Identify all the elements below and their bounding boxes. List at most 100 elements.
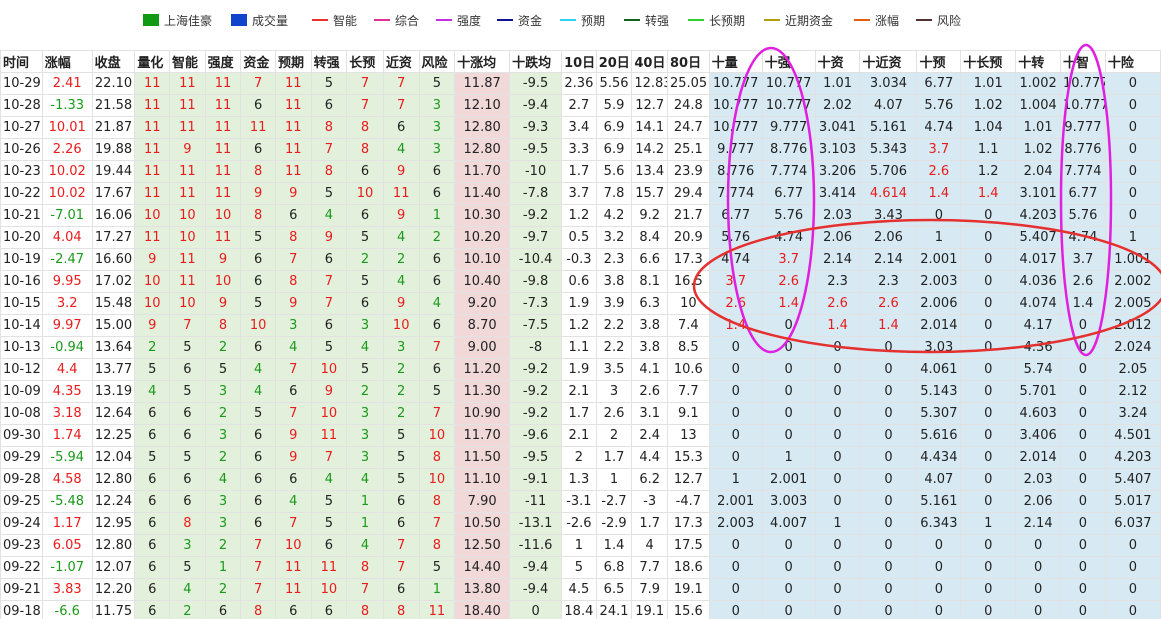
column-header[interactable]: 近资: [382, 50, 420, 73]
table-cell: 4.614: [859, 182, 918, 205]
column-header[interactable]: 转强: [310, 50, 348, 73]
table-cell: 2: [204, 578, 242, 601]
table-cell: 2: [204, 534, 242, 557]
column-header[interactable]: 风险: [418, 50, 456, 73]
legend-item[interactable]: 上海佳豪: [143, 12, 212, 28]
column-header[interactable]: 十强: [761, 50, 816, 73]
column-header[interactable]: 长预: [346, 50, 384, 73]
table-cell: 0: [859, 468, 918, 491]
legend-item[interactable]: 风险: [916, 12, 961, 28]
table-row[interactable]: 10-15 3.2 15.48 10 10 9 5 9 7 6 9 4 9.20 -7.3 1.9 3.9 6.…: [0, 292, 1161, 315]
table-cell: -9.5: [509, 138, 563, 161]
table-row[interactable]: 09-21 3.83 12.20 6 4 2 7 11 10 7 6 1 13.80 -9.4 4.5 6.5…: [0, 578, 1161, 601]
column-header[interactable]: 预期: [274, 50, 312, 73]
table-row[interactable]: 10-26 2.26 19.88 11 9 11 6 11 7 8 4 3 12.80 -9.5 3.3 6.…: [0, 138, 1161, 161]
column-header[interactable]: 十长预: [960, 50, 1017, 73]
legend-item[interactable]: 成交量: [231, 12, 288, 28]
legend-swatch-icon: [374, 19, 390, 21]
column-header[interactable]: 40日: [631, 50, 668, 73]
table-row[interactable]: 10-13 -0.94 13.64 2 5 2 6 4 5 4 3 7 9.00 -8 1.1 2.2 3.8 8…: [0, 336, 1161, 359]
table-cell: 0: [1060, 600, 1106, 619]
column-header[interactable]: 收盘: [91, 50, 136, 73]
table-cell: 6: [382, 578, 420, 601]
table-cell: 18.4: [561, 600, 597, 619]
legend-item[interactable]: 强度: [436, 12, 481, 28]
table-row[interactable]: 09-24 1.17 12.95 6 8 3 6 7 5 1 6 7 10.50 -13.1 -2.6 -2.…: [0, 512, 1161, 535]
table-row[interactable]: 09-18 -6.6 11.75 6 2 6 8 6 6 8 8 11 18.40 0 18.4 24.1 19…: [0, 600, 1161, 619]
table-row[interactable]: 10-12 4.4 13.77 5 6 5 4 7 10 5 2 6 11.20 -9.2 1.9 3.5 4.…: [0, 358, 1161, 381]
column-header[interactable]: 十预: [916, 50, 962, 73]
column-header[interactable]: 十智: [1060, 50, 1106, 73]
table-row[interactable]: 09-29 -5.94 12.04 5 5 2 6 9 7 3 5 8 11.50 -9.5 2 1.7 4.4…: [0, 446, 1161, 469]
table-row[interactable]: 09-22 -1.07 12.07 6 5 1 7 11 11 8 7 5 14.40 -9.4 5 6.8 7…: [0, 556, 1161, 579]
table-cell: 5.701: [1015, 380, 1062, 403]
column-header[interactable]: 量化: [134, 50, 171, 73]
table-cell: 4.74: [708, 248, 763, 271]
column-header[interactable]: 十跌均: [509, 50, 563, 73]
table-row[interactable]: 10-08 3.18 12.64 6 6 2 5 7 10 3 2 7 10.90 -9.2 1.7 2.6 3…: [0, 402, 1161, 425]
table-cell: 8: [346, 116, 384, 139]
table-cell: 0: [960, 226, 1017, 249]
table-row[interactable]: 09-30 1.74 12.25 6 6 3 6 9 11 3 5 10 11.70 -9.6 2.1 2 2.…: [0, 424, 1161, 447]
table-row[interactable]: 10-21 -7.01 16.06 10 10 10 8 6 4 6 9 1 10.30 -9.2 1.2 4…: [0, 204, 1161, 227]
legend-item[interactable]: 长预期: [688, 12, 745, 28]
table-row[interactable]: 10-09 4.35 13.19 4 5 3 4 6 9 2 2 5 11.30 -9.2 2.1 3 2.6 7…: [0, 380, 1161, 403]
table-row[interactable]: 10-22 10.02 17.67 11 11 11 9 9 5 10 11 6 11.40 -7.8 3.…: [0, 182, 1161, 205]
column-header[interactable]: 20日: [595, 50, 633, 73]
table-row[interactable]: 09-23 6.05 12.80 6 3 2 7 10 6 4 7 8 12.50 -11.6 1 1.4 4 1…: [0, 534, 1161, 557]
table-row[interactable]: 10-19 -2.47 16.60 9 11 9 6 7 6 2 2 6 10.10 -10.4 -0.3 2…: [0, 248, 1161, 271]
table-row[interactable]: 10-16 9.95 17.02 10 11 10 6 8 7 5 4 6 10.40 -9.8 0.6 3.…: [0, 270, 1161, 293]
table-cell: 10-29: [0, 72, 43, 95]
table-cell: 0: [1015, 578, 1062, 601]
table-row[interactable]: 10-28 -1.33 21.58 11 11 11 6 11 6 7 7 3 12.10 -9.4 2.7…: [0, 94, 1161, 117]
table-row[interactable]: 10-23 10.02 19.44 11 11 11 8 11 8 6 9 6 11.70 -10 1.7 5…: [0, 160, 1161, 183]
table-row[interactable]: 10-27 10.01 21.87 11 11 11 11 11 8 8 6 3 12.80 -9.3 3.…: [0, 116, 1161, 139]
table-cell: 2.2: [595, 314, 633, 337]
legend-label: 转强: [645, 13, 670, 28]
table-row[interactable]: 09-25 -5.48 12.24 6 6 3 6 4 5 1 6 8 7.90 -11 -3.1 -2.7-…: [0, 490, 1161, 513]
table-cell: 6: [310, 600, 348, 619]
table-cell: 5.161: [916, 490, 962, 513]
table-cell: 6: [418, 248, 456, 271]
legend-item[interactable]: 综合: [374, 12, 419, 28]
table-cell: 0: [708, 534, 763, 557]
legend-item[interactable]: 预期: [560, 12, 605, 28]
legend-item[interactable]: 转强: [624, 12, 669, 28]
table-cell: 8.4: [631, 226, 668, 249]
table-row[interactable]: 10-20 4.04 17.27 11 10 11 5 8 9 5 4 2 10.20 -9.7 0.5 3.…: [0, 226, 1161, 249]
table-cell: 7: [346, 72, 384, 95]
column-header[interactable]: 时间: [0, 50, 43, 73]
table-cell: 09-23: [0, 534, 43, 557]
table-row[interactable]: 10-29 2.41 22.10 11 11 11 7 11 5 7 7 5 11.87 -9.5 2.36…: [0, 72, 1161, 95]
column-header[interactable]: 涨幅: [41, 50, 93, 73]
table-cell: 1.4: [595, 534, 633, 557]
column-header[interactable]: 80日: [666, 50, 710, 73]
table-cell: 17.02: [91, 270, 136, 293]
table-cell: 5: [134, 446, 171, 469]
table-cell: 0: [761, 314, 816, 337]
column-header[interactable]: 十涨均: [454, 50, 511, 73]
column-header[interactable]: 智能: [169, 50, 206, 73]
legend-item[interactable]: 涨幅: [854, 12, 899, 28]
column-header[interactable]: 十量: [708, 50, 763, 73]
column-header[interactable]: 资金: [240, 50, 276, 73]
table-cell: 2: [204, 336, 242, 359]
column-header[interactable]: 10日: [561, 50, 597, 73]
table-cell: 7.9: [631, 578, 668, 601]
legend-item[interactable]: 资金: [497, 12, 542, 28]
table-cell: 3.7: [1060, 248, 1106, 271]
legend-item[interactable]: 智能: [312, 12, 357, 28]
column-header[interactable]: 十转: [1015, 50, 1062, 73]
column-header[interactable]: 强度: [204, 50, 242, 73]
column-header[interactable]: 十资: [814, 50, 861, 73]
table-row[interactable]: 09-28 4.58 12.80 6 6 4 6 6 4 4 5 10 11.10 -9.1 1.3 1 6.2…: [0, 468, 1161, 491]
legend-item[interactable]: 近期资金: [764, 12, 833, 28]
table-cell: 11.75: [91, 600, 136, 619]
table-row[interactable]: 10-14 9.97 15.00 9 7 8 10 3 6 3 10 6 8.70 -7.5 1.2 2.2 3…: [0, 314, 1161, 337]
table-cell: 2.3: [595, 248, 633, 271]
table-cell: 10: [169, 204, 206, 227]
column-header[interactable]: 十险: [1104, 50, 1161, 73]
table-cell: 0: [1060, 380, 1106, 403]
table-cell: 1.01: [814, 72, 861, 95]
column-header[interactable]: 十近资: [859, 50, 918, 73]
